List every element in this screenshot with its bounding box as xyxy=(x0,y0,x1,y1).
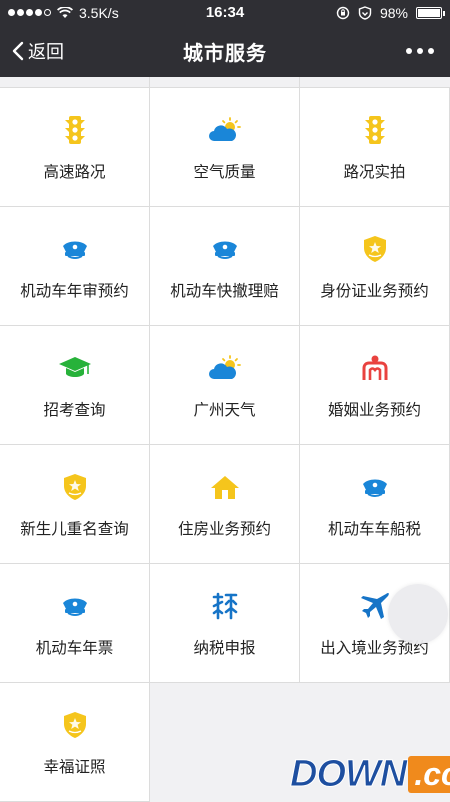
navigation-bar: 返回 城市服务 xyxy=(0,25,450,77)
service-label: 路况实拍 xyxy=(343,164,406,181)
service-item[interactable]: 路况实拍 xyxy=(300,88,450,207)
shield-icon xyxy=(358,5,372,20)
weather-icon xyxy=(207,112,243,148)
battery-icon xyxy=(416,6,445,19)
page-title: 城市服务 xyxy=(183,42,267,65)
police-cap-icon xyxy=(57,231,93,267)
service-item[interactable]: 高速路况 xyxy=(0,88,150,207)
empty-grid-cell xyxy=(150,683,300,802)
service-item[interactable]: 幸福证照 xyxy=(0,683,150,802)
battery-percent: 98% xyxy=(379,4,408,21)
traffic-light-icon xyxy=(57,112,93,148)
service-item[interactable]: 新生儿重名查询 xyxy=(0,445,150,564)
network-speed: 3.5K/s xyxy=(79,4,119,21)
service-item[interactable]: 机动车车船税 xyxy=(300,445,450,564)
service-label: 机动车车船税 xyxy=(327,521,421,538)
service-label: 高速路况 xyxy=(43,164,106,181)
service-item[interactable]: 住房业务预约 xyxy=(150,445,300,564)
service-label: 机动车年审预约 xyxy=(20,283,129,300)
service-label: 住房业务预约 xyxy=(177,521,271,538)
traffic-light-icon xyxy=(357,112,393,148)
house-icon xyxy=(207,469,243,505)
service-item[interactable]: 广州天气 xyxy=(150,326,300,445)
service-label: 婚姻业务预约 xyxy=(327,402,421,419)
service-item[interactable]: 身份证业务预约 xyxy=(300,207,450,326)
service-item[interactable]: 机动车年审预约 xyxy=(0,207,150,326)
service-item[interactable]: 空气质量 xyxy=(150,88,300,207)
watermark-logo: DOWN.cc xyxy=(289,752,450,796)
graduation-cap-icon xyxy=(57,350,93,386)
service-label: 机动车年票 xyxy=(35,640,114,657)
service-grid: 高速路况 空气质量 路况实拍机动车年审预约 机动车快撤理赔 身份证业务预约招考查询 广州天… xyxy=(0,88,450,802)
service-item[interactable]: 婚姻业务预约 xyxy=(300,326,450,445)
marriage-icon xyxy=(357,350,393,386)
service-label: 身份证业务预约 xyxy=(320,283,429,300)
signal-strength-icon xyxy=(8,9,51,16)
tax-icon xyxy=(207,588,243,624)
police-cap-icon xyxy=(207,231,243,267)
police-badge-icon xyxy=(357,231,393,267)
service-label: 幸福证照 xyxy=(43,759,106,776)
weather-icon xyxy=(207,350,243,386)
airplane-icon xyxy=(357,588,393,624)
service-item[interactable]: 招考查询 xyxy=(0,326,150,445)
floating-assist-button[interactable] xyxy=(388,584,448,644)
service-label: 机动车快撤理赔 xyxy=(170,283,279,300)
rotation-lock-icon xyxy=(336,6,350,19)
police-badge-icon xyxy=(57,469,93,505)
police-cap-icon xyxy=(357,469,393,505)
status-bar: 3.5K/s 16:34 98% xyxy=(0,0,450,25)
police-badge-icon xyxy=(57,707,93,743)
service-label: 广州天气 xyxy=(193,402,256,419)
service-item[interactable]: 机动车快撤理赔 xyxy=(150,207,300,326)
police-cap-icon xyxy=(57,588,93,624)
service-item[interactable]: 纳税申报 xyxy=(150,564,300,683)
chevron-left-icon xyxy=(12,41,24,61)
wifi-icon xyxy=(57,6,73,18)
status-time: 16:34 xyxy=(205,4,245,21)
back-button[interactable]: 返回 xyxy=(0,38,120,64)
service-label: 招考查询 xyxy=(43,402,106,419)
service-label: 空气质量 xyxy=(193,164,256,181)
more-options-button[interactable] xyxy=(330,48,450,54)
service-label: 新生儿重名查询 xyxy=(20,521,129,538)
service-item[interactable]: 机动车年票 xyxy=(0,564,150,683)
back-label: 返回 xyxy=(28,42,64,62)
top-divider xyxy=(0,77,450,88)
service-label: 纳税申报 xyxy=(193,640,256,657)
